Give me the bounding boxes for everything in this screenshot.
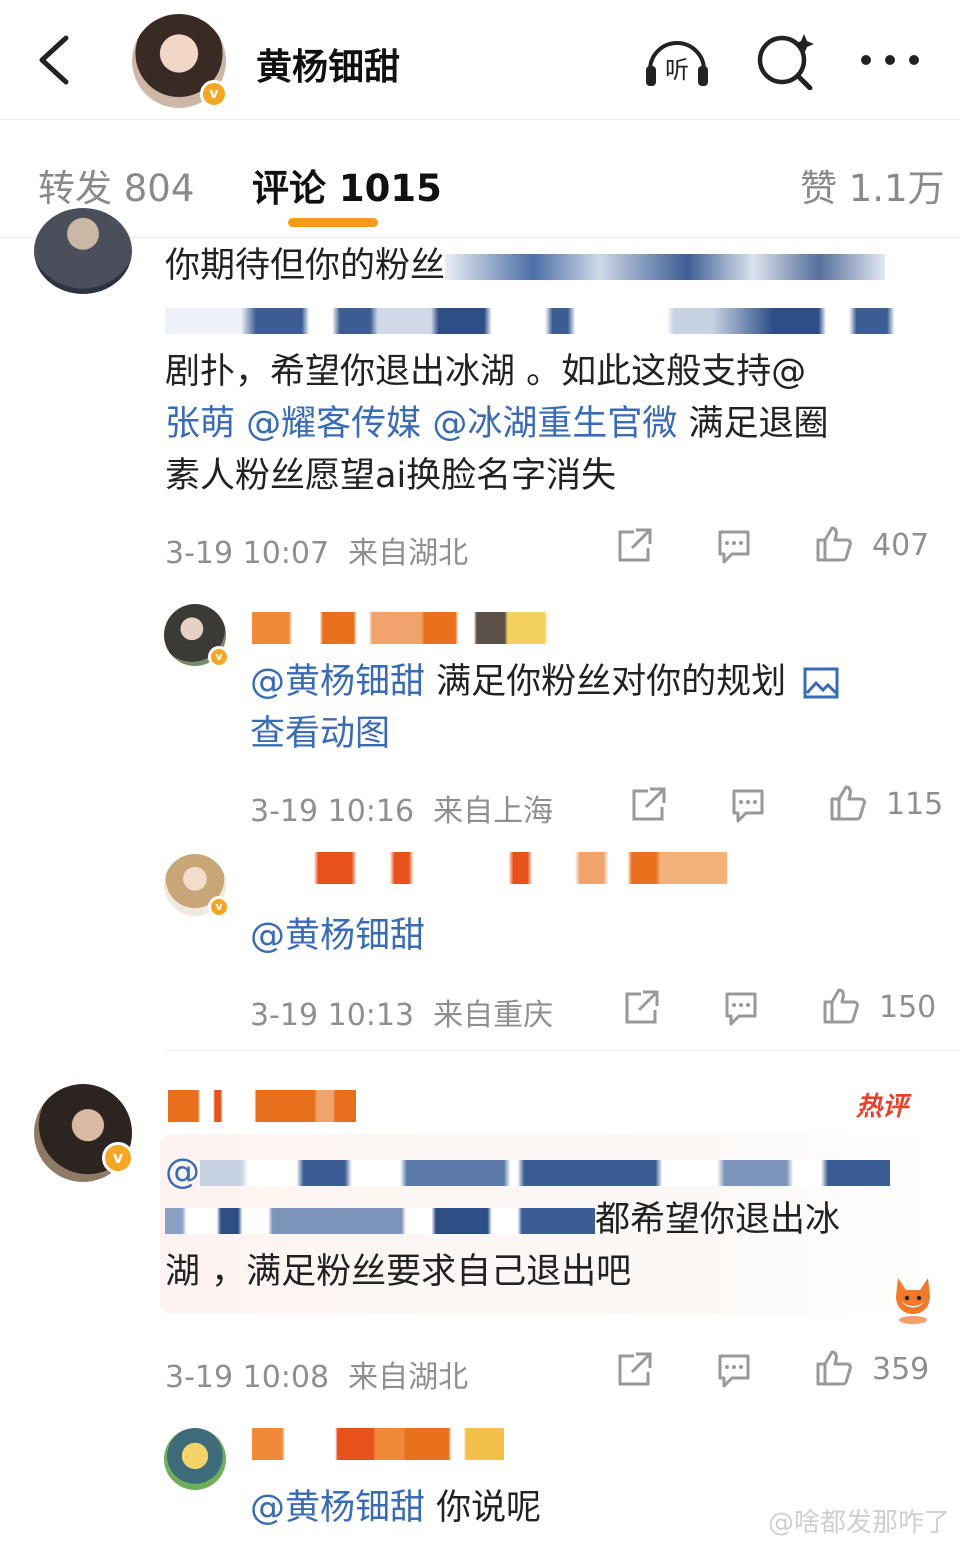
tab-bar: 转发 804 评论 1015 赞 1.1万: [0, 120, 960, 238]
like-count: 407: [872, 528, 930, 563]
comment-text: 你期待但你的粉丝: [165, 246, 446, 286]
like-count: 359: [872, 1352, 930, 1387]
mention-link[interactable]: @黄杨钿甜: [250, 662, 425, 702]
comment-location: 来自湖北: [348, 536, 469, 571]
share-icon[interactable]: [614, 526, 654, 566]
reply-line: 查看动图: [250, 708, 390, 760]
comment-line: 你期待但你的粉丝: [165, 240, 886, 292]
like-count: 150: [879, 990, 937, 1025]
comment-line: 湖 ，满足粉丝要求自己退出吧: [165, 1246, 631, 1298]
mention-link[interactable]: 张萌: [165, 404, 235, 444]
reply-icon[interactable]: [714, 526, 754, 566]
comment-line: [165, 294, 925, 346]
comment-time: 3-19 10:07: [165, 536, 330, 571]
comment-meta: 3-19 10:16 来自上海: [250, 786, 553, 830]
watermark: @啥都发那咋了: [767, 1508, 950, 1538]
mention-link[interactable]: @冰湖重生官微: [432, 404, 677, 444]
back-arrow-icon[interactable]: [30, 30, 80, 90]
page-title: 黄杨钿甜: [256, 47, 401, 88]
share-icon[interactable]: [621, 988, 661, 1028]
comment-text: 湖 ，满足粉丝要求自己退出吧: [165, 1252, 632, 1292]
comment-text: 素人粉丝愿望ai换脸名字消失: [165, 456, 617, 496]
comment-meta: 3-19 10:13 来自重庆: [250, 990, 553, 1034]
comment-text: 满足退圈: [688, 404, 829, 444]
tab-repost[interactable]: 转发 804: [38, 158, 194, 212]
blurred-text: [445, 254, 886, 280]
verified-badge-icon: v: [208, 646, 230, 668]
view-gif-link[interactable]: 查看动图: [250, 714, 390, 754]
verified-badge-icon: v: [102, 1142, 134, 1174]
comment-location: 来自湖北: [348, 1360, 469, 1395]
like-icon[interactable]: [821, 986, 861, 1026]
blurred-username[interactable]: [252, 1428, 504, 1460]
reply-text: 你说呢: [436, 1488, 542, 1528]
comment-location: 来自重庆: [433, 998, 554, 1033]
avatar[interactable]: [34, 208, 132, 294]
comment-meta: 3-19 10:07 来自湖北: [165, 528, 468, 572]
reply-icon[interactable]: [721, 988, 761, 1028]
top-bar: v 黄杨钿甜 听: [0, 0, 960, 120]
comment-line: 张萌 @耀客传媒 @冰湖重生官微 满足退圈: [165, 398, 828, 450]
tab-likes[interactable]: 赞 1.1万: [800, 158, 945, 212]
more-icon[interactable]: [855, 30, 925, 90]
share-icon[interactable]: [628, 785, 668, 825]
blurred-text: [165, 1208, 595, 1234]
listen-label: 听: [665, 56, 689, 84]
verified-badge-icon: v: [208, 896, 230, 918]
like-icon[interactable]: [814, 524, 854, 564]
blurred-username[interactable]: [252, 612, 560, 644]
like-count: 115: [886, 787, 944, 822]
blurred-username[interactable]: [168, 1090, 356, 1122]
blurred-text: [165, 308, 925, 334]
search-icon[interactable]: [752, 30, 822, 90]
comment-line: 都希望你退出冰: [165, 1194, 840, 1246]
like-icon[interactable]: [828, 783, 868, 823]
comment-text: 剧扑，希望你退出冰湖 。如此这般支持@: [165, 352, 807, 392]
profile-avatar[interactable]: v: [132, 14, 228, 108]
comment-line: 剧扑，希望你退出冰湖 。如此这般支持@: [165, 346, 806, 398]
reply-icon[interactable]: [714, 1350, 754, 1390]
comment-line: 素人粉丝愿望ai换脸名字消失: [165, 450, 616, 502]
comment-line: @: [165, 1146, 890, 1198]
reply-text: 满足你粉丝对你的规划: [436, 662, 787, 702]
avatar[interactable]: v: [164, 854, 230, 918]
mention-link[interactable]: @: [165, 1152, 200, 1192]
verified-badge-icon: v: [200, 80, 228, 108]
comment-time: 3-19 10:13: [250, 998, 415, 1033]
divider: [165, 1050, 960, 1051]
blurred-text: [200, 1160, 890, 1186]
like-icon[interactable]: [814, 1348, 854, 1388]
comment-text: 都希望你退出冰: [595, 1200, 841, 1240]
comment-time: 3-19 10:16: [250, 794, 415, 829]
reply-line: @黄杨钿甜 满足你粉丝对你的规划: [250, 656, 839, 708]
active-tab-indicator: [288, 218, 378, 227]
reply-icon[interactable]: [728, 785, 768, 825]
mention-link[interactable]: @黄杨钿甜: [250, 916, 425, 956]
share-icon[interactable]: [614, 1350, 654, 1390]
avatar[interactable]: [164, 1428, 226, 1490]
mention-link[interactable]: @耀客传媒: [246, 404, 421, 444]
listen-icon[interactable]: 听: [642, 30, 712, 90]
comment-meta: 3-19 10:08 来自湖北: [165, 1352, 468, 1396]
comment-time: 3-19 10:08: [165, 1360, 330, 1395]
fox-sticker-icon: [896, 1278, 930, 1324]
comment-location: 来自上海: [433, 794, 554, 829]
blurred-username[interactable]: [252, 852, 727, 884]
reply-line: @黄杨钿甜 你说呢: [250, 1482, 541, 1534]
tab-comments[interactable]: 评论 1015: [252, 158, 442, 212]
avatar[interactable]: v: [164, 604, 230, 668]
hot-comment-badge: 热评: [856, 1092, 909, 1122]
image-icon[interactable]: [803, 667, 839, 699]
reply-line: @黄杨钿甜: [250, 910, 425, 962]
avatar[interactable]: v: [34, 1084, 134, 1182]
mention-link[interactable]: @黄杨钿甜: [250, 1488, 425, 1528]
